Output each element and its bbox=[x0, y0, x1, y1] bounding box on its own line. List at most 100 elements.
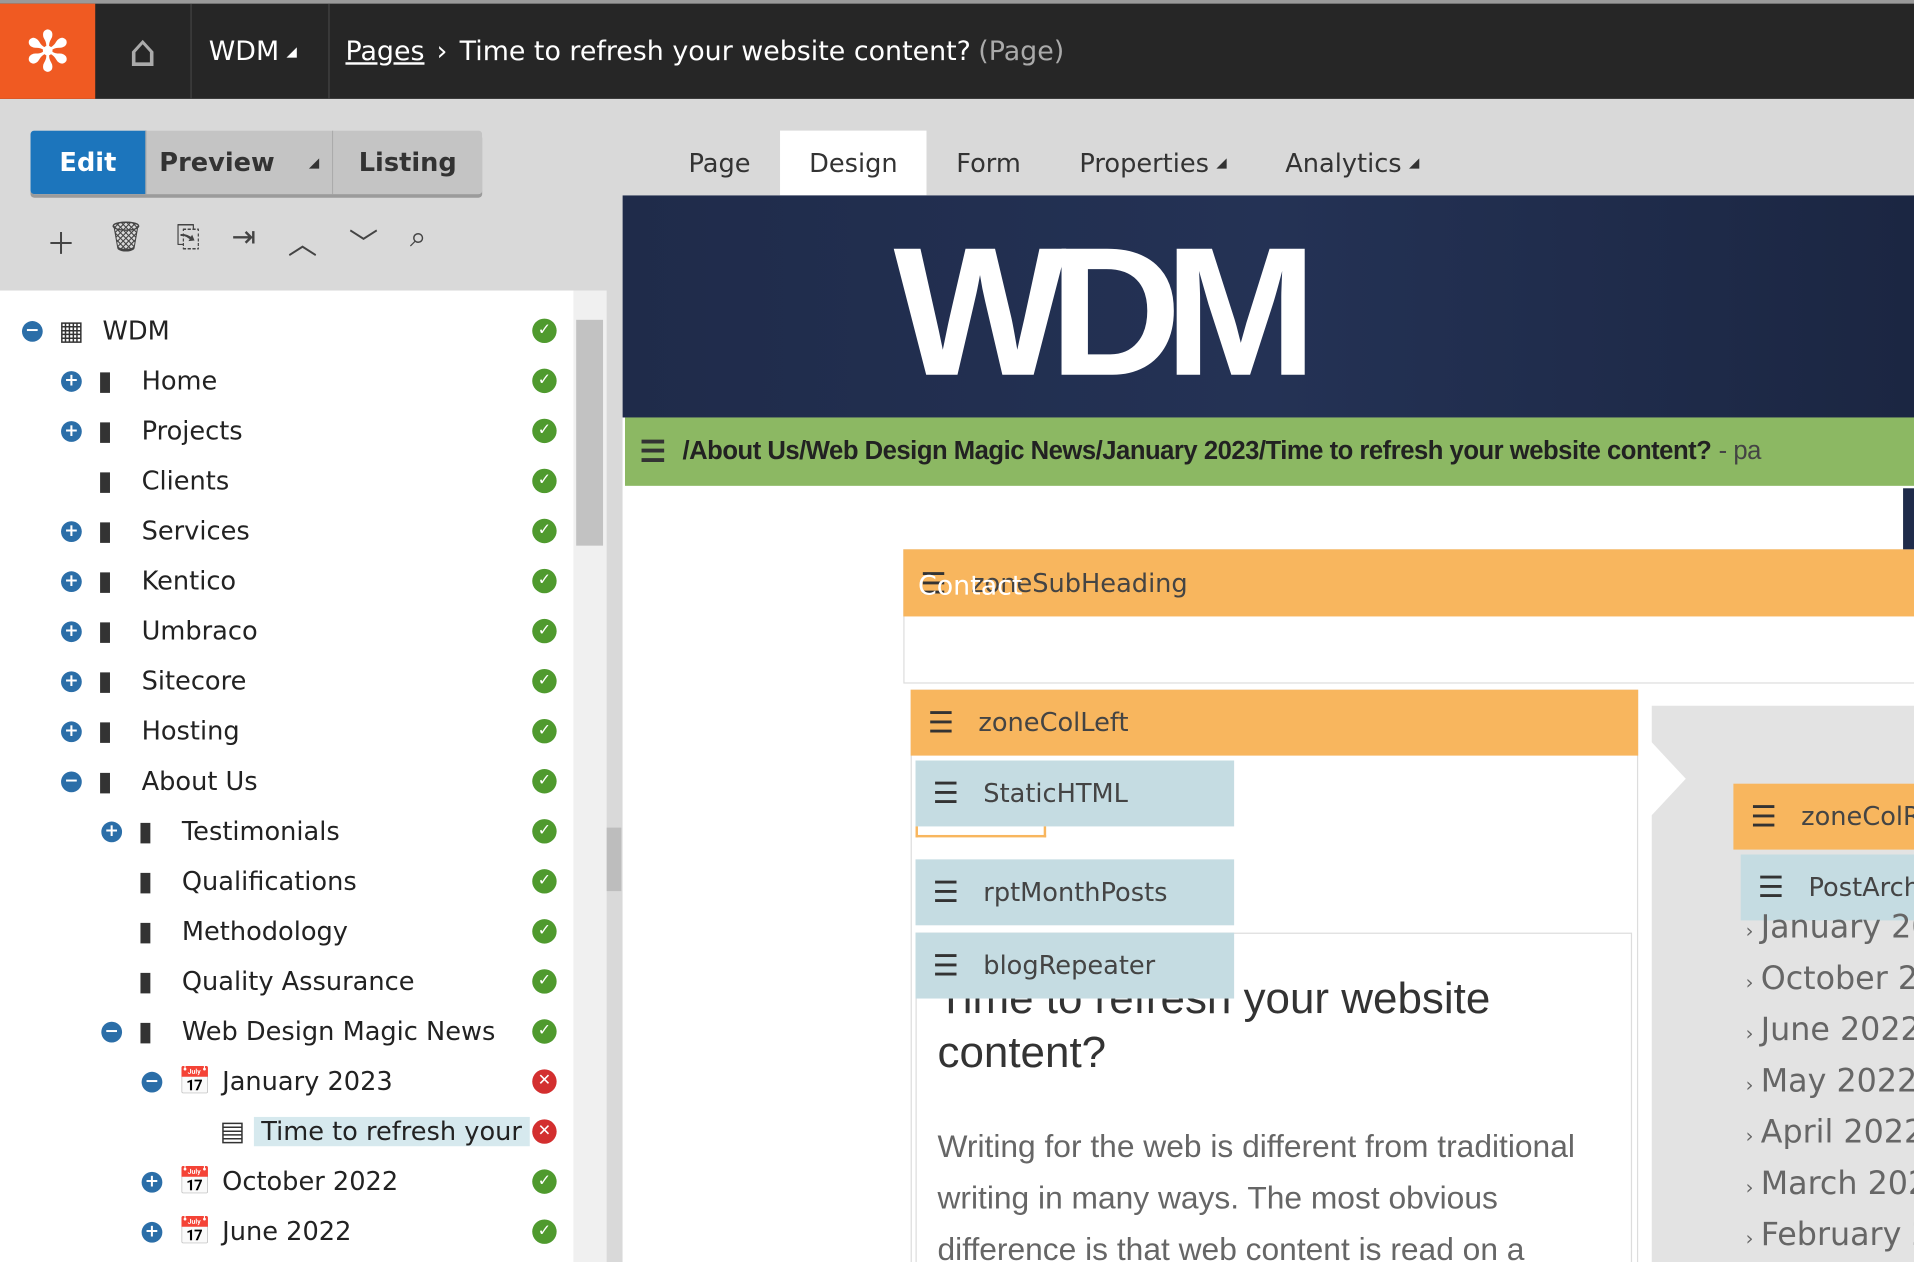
tree-item[interactable]: ▮ Clients ✓ bbox=[0, 459, 574, 503]
menu-icon[interactable]: ☰ bbox=[928, 706, 954, 740]
search-icon[interactable]: ⌕ bbox=[410, 220, 426, 263]
archive-link[interactable]: › April 2022 bbox=[1746, 1114, 1914, 1151]
tab-page[interactable]: Page bbox=[659, 131, 780, 196]
published-check-icon: ✓ bbox=[532, 1169, 557, 1194]
webpart-static-html[interactable]: ☰ StaticHTML bbox=[915, 760, 1235, 827]
kentico-logo-icon[interactable]: ✻ bbox=[0, 3, 96, 99]
expand-icon[interactable]: + bbox=[61, 420, 82, 442]
collapse-icon[interactable]: − bbox=[141, 1071, 163, 1092]
page-path-suffix: - pa bbox=[1718, 437, 1762, 466]
archive-link[interactable]: ›January 20 bbox=[1746, 909, 1914, 946]
expand-icon[interactable]: + bbox=[61, 370, 82, 392]
trash-icon[interactable]: 🗑 bbox=[107, 220, 144, 263]
tab-form[interactable]: Form bbox=[927, 131, 1050, 196]
zone-col-right[interactable]: ☰ zoneColR bbox=[1733, 783, 1914, 850]
archive-link[interactable]: ›February 2 bbox=[1746, 1217, 1914, 1254]
published-check-icon: ✓ bbox=[532, 769, 557, 794]
tree-item[interactable]: − ▮ About Us ✓ bbox=[0, 759, 574, 803]
tree-item-label: Web Design Magic News bbox=[181, 1016, 496, 1047]
tree-item[interactable]: + 📅 June 2022 ✓ bbox=[0, 1210, 574, 1254]
unpublished-x-icon: ✕ bbox=[532, 1119, 557, 1144]
tree-item[interactable]: ▮ Methodology ✓ bbox=[0, 909, 574, 953]
webpart-rpt-month-posts[interactable]: ☰ rptMonthPosts bbox=[915, 859, 1235, 926]
tab-bar: Page Design Form Properties ◢ Analytics ◢ bbox=[659, 130, 1449, 196]
archive-link[interactable]: › March 202 bbox=[1746, 1166, 1914, 1203]
plus-icon[interactable]: ＋ bbox=[46, 220, 75, 263]
archive-link[interactable]: ›May 2022 ( bbox=[1746, 1063, 1914, 1100]
site-banner: WDM bbox=[622, 195, 1914, 418]
expand-icon[interactable]: + bbox=[61, 520, 82, 542]
archive-label: June 2022 bbox=[1760, 1011, 1914, 1049]
breadcrumb-current: Time to refresh your website content? bbox=[459, 36, 971, 67]
tree-item[interactable]: + ▮ Services ✓ bbox=[0, 509, 574, 553]
scrollbar-thumb[interactable] bbox=[576, 319, 604, 546]
edge-marker bbox=[1903, 488, 1914, 550]
tree-item[interactable]: + ▮ Sitecore ✓ bbox=[0, 659, 574, 703]
copy-icon[interactable]: ⎘ bbox=[176, 220, 199, 263]
tree-item[interactable]: + ▮ Home ✓ bbox=[0, 359, 574, 403]
page-path-bar: ☰ /About Us/Web Design Magic News/Januar… bbox=[624, 417, 1914, 486]
chevron-up-icon[interactable]: ︿ bbox=[288, 220, 317, 263]
panel-splitter[interactable] bbox=[606, 827, 622, 892]
tab-analytics[interactable]: Analytics ◢ bbox=[1256, 131, 1449, 196]
archive-link[interactable]: › June 2022 bbox=[1746, 1012, 1914, 1049]
listing-button[interactable]: Listing bbox=[333, 130, 483, 195]
published-check-icon: ✓ bbox=[532, 368, 557, 394]
expand-icon[interactable]: + bbox=[101, 820, 123, 842]
tree-item[interactable]: + 📅 October 2022 ✓ bbox=[0, 1160, 574, 1204]
home-icon[interactable]: ⌂ bbox=[95, 3, 192, 99]
breadcrumb-pages-link[interactable]: Pages bbox=[345, 36, 424, 67]
tab-design[interactable]: Design bbox=[779, 130, 927, 196]
page-icon: ▮ bbox=[97, 515, 113, 547]
expand-icon[interactable]: + bbox=[61, 570, 82, 592]
published-check-icon: ✓ bbox=[532, 618, 557, 644]
tree-item[interactable]: ▮ Qualifications ✓ bbox=[0, 859, 574, 903]
expand-icon[interactable]: + bbox=[61, 620, 82, 642]
menu-icon[interactable]: ☰ bbox=[640, 434, 666, 469]
tree-item[interactable]: ▮ Quality Assurance ✓ bbox=[0, 959, 574, 1003]
collapse-icon[interactable]: − bbox=[21, 320, 43, 342]
page-icon: ▮ bbox=[97, 415, 113, 447]
site-selector[interactable]: WDM ◢ bbox=[192, 3, 330, 99]
zone-col-left[interactable]: ☰ zoneColLeft bbox=[910, 689, 1639, 756]
published-check-icon: ✓ bbox=[532, 969, 557, 994]
chevron-right-icon: › bbox=[1745, 1175, 1754, 1199]
tree-item[interactable]: − ▦ WDM ✓ bbox=[0, 309, 574, 353]
webpart-label: PostArch bbox=[1808, 872, 1914, 903]
tree-item[interactable]: + ▮ Testimonials ✓ bbox=[0, 809, 574, 853]
webpart-blog-repeater[interactable]: ☰ blogRepeater bbox=[915, 932, 1235, 999]
archive-link[interactable]: ›October 20 bbox=[1746, 961, 1914, 998]
tree-item[interactable]: − 📅 January 2023 ✕ bbox=[0, 1060, 574, 1104]
collapse-icon[interactable]: − bbox=[61, 770, 82, 792]
tree-item[interactable]: + ▮ Kentico ✓ bbox=[0, 559, 574, 603]
zone-sub-heading[interactable]: ☰ zoneSubHeading Contact bbox=[903, 549, 1914, 617]
published-check-icon: ✓ bbox=[532, 718, 557, 744]
tab-properties[interactable]: Properties ◢ bbox=[1050, 131, 1256, 196]
tree-item[interactable]: − ▮ Web Design Magic News ✓ bbox=[0, 1010, 574, 1054]
tree-item-label: Testimonials bbox=[181, 816, 340, 846]
collapse-icon[interactable]: − bbox=[101, 1021, 123, 1042]
expand-icon[interactable]: + bbox=[61, 670, 82, 692]
published-check-icon: ✓ bbox=[532, 468, 557, 494]
menu-icon[interactable]: ☰ bbox=[933, 875, 959, 909]
expand-icon[interactable]: + bbox=[141, 1221, 163, 1243]
page-icon: ▮ bbox=[97, 565, 113, 597]
zone-label: zoneColR bbox=[1801, 801, 1914, 832]
tab-analytics-label: Analytics bbox=[1285, 148, 1402, 178]
edit-button[interactable]: Edit bbox=[30, 130, 147, 195]
tree-item[interactable]: + ▮ Umbraco ✓ bbox=[0, 609, 574, 653]
tree-item[interactable]: + ▮ Hosting ✓ bbox=[0, 709, 574, 753]
tree-item[interactable]: + ▮ Projects ✓ bbox=[0, 409, 574, 453]
menu-icon[interactable]: ☰ bbox=[933, 948, 959, 982]
expand-icon[interactable]: + bbox=[141, 1171, 163, 1193]
tree-item-label: Quality Assurance bbox=[181, 966, 415, 997]
menu-icon[interactable]: ☰ bbox=[1758, 870, 1784, 904]
preview-button[interactable]: Preview ◢ bbox=[146, 130, 334, 195]
menu-icon[interactable]: ☰ bbox=[1750, 800, 1776, 834]
menu-icon[interactable]: ☰ bbox=[933, 776, 959, 810]
tree-item[interactable]: ▤ Time to refresh your ✕ bbox=[0, 1110, 574, 1154]
expand-icon[interactable]: + bbox=[61, 720, 82, 742]
tree-item-label: October 2022 bbox=[222, 1166, 399, 1197]
chevron-down-icon[interactable]: ﹀ bbox=[349, 220, 378, 263]
move-icon[interactable]: ⇥ bbox=[232, 220, 257, 263]
